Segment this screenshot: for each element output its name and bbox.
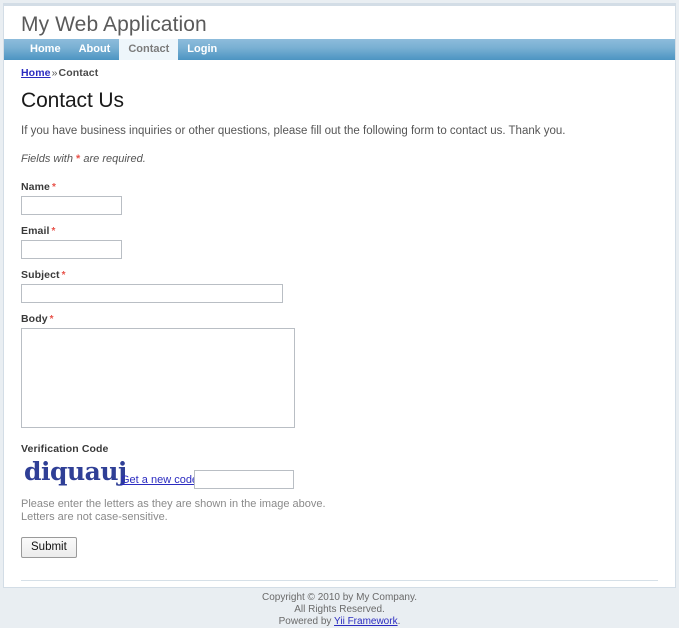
breadcrumb-link-home[interactable]: Home bbox=[21, 67, 51, 79]
required-fields-note: Fields with * are required. bbox=[21, 153, 658, 165]
required-asterisk: * bbox=[76, 153, 81, 165]
breadcrumb: Home»Contact bbox=[4, 60, 675, 79]
form-row-body: Body * bbox=[21, 313, 658, 431]
verification-code-input[interactable] bbox=[194, 470, 294, 489]
footer-powered-prefix: Powered by bbox=[278, 616, 332, 627]
submit-button[interactable]: Submit bbox=[21, 537, 77, 558]
site-title: My Web Application bbox=[21, 13, 207, 36]
note-text-before: Fields with bbox=[21, 153, 73, 165]
subject-label-text: Subject bbox=[21, 269, 60, 281]
breadcrumb-separator: » bbox=[51, 67, 58, 79]
form-row-subject: Subject * bbox=[21, 269, 658, 303]
form-row-name: Name * bbox=[21, 181, 658, 215]
nav-item-about[interactable]: About bbox=[70, 39, 120, 60]
email-label: Email * bbox=[21, 225, 658, 237]
captcha-hint-line1: Please enter the letters as they are sho… bbox=[21, 498, 326, 510]
email-label-text: Email bbox=[21, 225, 50, 237]
email-input[interactable] bbox=[21, 240, 122, 259]
captcha-line: diquauj Get a new code bbox=[21, 457, 658, 494]
footer-copyright: Copyright © 2010 by My Company. bbox=[261, 592, 418, 603]
name-label: Name * bbox=[21, 181, 658, 193]
form-row-verification-code: Verification Code diquauj Get a new code… bbox=[21, 443, 658, 524]
footer-powered-by: Powered by Yii Framework. bbox=[21, 616, 658, 628]
contact-form: Name * Email * Subject * Body * Verification… bbox=[21, 181, 658, 562]
nav-item-home[interactable]: Home bbox=[21, 39, 70, 60]
note-text-after: are required. bbox=[83, 153, 146, 165]
page-container: My Web Application Home About Contact Login… bbox=[3, 3, 676, 627]
captcha-image: diquauj bbox=[24, 457, 127, 486]
page-title: Contact Us bbox=[21, 89, 124, 112]
name-label-text: Name bbox=[21, 181, 50, 193]
body-input[interactable] bbox=[21, 328, 295, 428]
email-required-asterisk: * bbox=[51, 226, 56, 237]
nav-item-contact[interactable]: Contact bbox=[119, 39, 179, 60]
yii-framework-link[interactable]: Yii Framework bbox=[334, 616, 398, 627]
main-navigation: Home About Contact Login bbox=[4, 39, 675, 60]
footer-powered-suffix: . bbox=[397, 616, 401, 627]
body-required-asterisk: * bbox=[49, 314, 54, 325]
verification-code-label: Verification Code bbox=[21, 443, 109, 455]
name-required-asterisk: * bbox=[52, 182, 56, 193]
body-label-text: Body bbox=[21, 313, 48, 325]
form-row-submit: Submit bbox=[21, 537, 658, 562]
site-header: My Web Application bbox=[4, 6, 675, 39]
nav-item-login[interactable]: Login bbox=[178, 39, 226, 60]
subject-label: Subject * bbox=[21, 269, 658, 281]
site-footer: Copyright © 2010 by My Company. All Righ… bbox=[21, 580, 658, 628]
captcha-hint: Please enter the letters as they are sho… bbox=[21, 498, 658, 524]
main-content: Contact Us If you have business inquirie… bbox=[4, 90, 675, 562]
footer-rights: All Rights Reserved. bbox=[294, 604, 385, 615]
name-input[interactable] bbox=[21, 196, 122, 215]
intro-paragraph: If you have business inquiries or other … bbox=[21, 125, 566, 137]
subject-input[interactable] bbox=[21, 284, 283, 303]
get-new-code-link[interactable]: Get a new code bbox=[121, 474, 198, 486]
form-row-email: Email * bbox=[21, 225, 658, 259]
body-label: Body * bbox=[21, 313, 658, 325]
captcha-hint-line2: Letters are not case-sensitive. bbox=[21, 511, 168, 523]
subject-required-asterisk: * bbox=[61, 270, 66, 281]
breadcrumb-current: Contact bbox=[58, 67, 99, 79]
